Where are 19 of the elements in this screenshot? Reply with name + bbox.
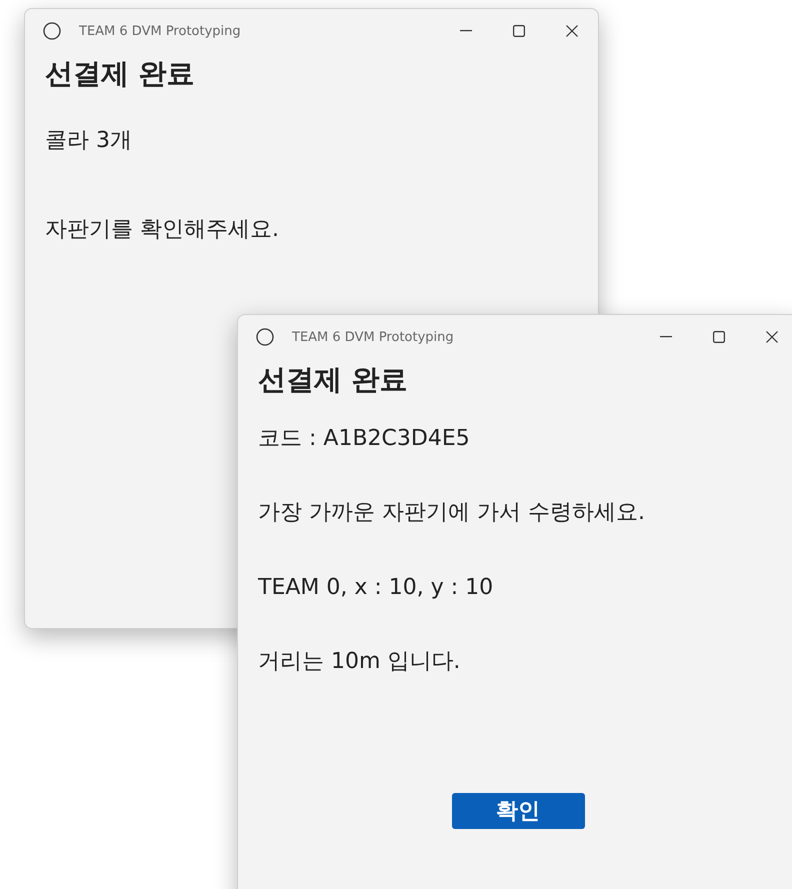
- message-text: TEAM 0, x : 10, y : 10: [258, 574, 494, 602]
- window-title: TEAM 6 DVM Prototyping: [79, 24, 242, 38]
- maximize-icon[interactable]: [712, 331, 724, 343]
- window-title: TEAM 6 DVM Prototyping: [292, 330, 455, 344]
- app-icon: [256, 328, 274, 346]
- close-icon[interactable]: [566, 25, 578, 37]
- confirm-button[interactable]: 확인: [452, 792, 584, 829]
- minimize-icon[interactable]: [660, 336, 672, 338]
- dialog-heading: 선결제 완료: [45, 57, 196, 91]
- maximize-icon[interactable]: [512, 25, 524, 37]
- message-text: 가장 가까운 자판기에 가서 수령하세요.: [258, 499, 646, 528]
- dialog-heading: 선결제 완료: [258, 363, 409, 397]
- message-text: 코드 : A1B2C3D4E5: [258, 424, 471, 453]
- message-text: 거리는 10m 입니다.: [258, 648, 462, 676]
- minimize-icon[interactable]: [460, 30, 472, 32]
- app-icon: [43, 22, 61, 40]
- message-text: 콜라 3개: [45, 126, 133, 155]
- close-icon[interactable]: [766, 331, 778, 343]
- message-text: 자판기를 확인해주세요.: [45, 216, 280, 244]
